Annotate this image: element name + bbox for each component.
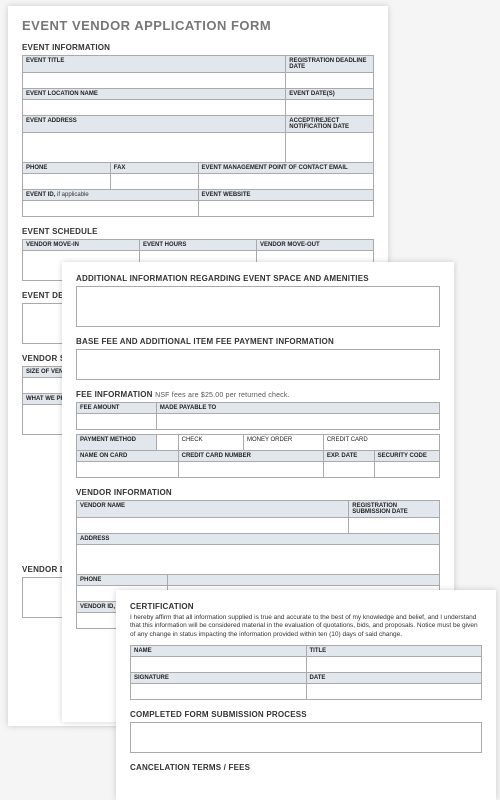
section-cert: CERTIFICATION bbox=[130, 602, 482, 611]
input-address[interactable] bbox=[77, 545, 440, 575]
submission-table bbox=[130, 722, 482, 753]
input-reg-submission[interactable] bbox=[349, 518, 440, 534]
input-submission[interactable] bbox=[131, 723, 482, 753]
label-event-address: EVENT ADDRESS bbox=[23, 116, 286, 133]
blank-hdr bbox=[167, 575, 439, 586]
label-mgmt-email: EVENT MANAGEMENT POINT OF CONTACT EMAIL bbox=[198, 163, 374, 174]
input-event-location[interactable] bbox=[23, 100, 286, 116]
cert-table: NAME TITLE SIGNATURE DATE bbox=[130, 645, 482, 700]
input-event-id[interactable] bbox=[23, 201, 199, 217]
label-event-dates: EVENT DATE(S) bbox=[286, 89, 374, 100]
input-mgmt-email[interactable] bbox=[198, 174, 374, 190]
fee-note: NSF fees are $25.00 per returned check. bbox=[155, 392, 290, 399]
option-money-order[interactable]: MONEY ORDER bbox=[243, 435, 323, 451]
label-event-hours: EVENT HOURS bbox=[140, 240, 257, 251]
label-event-title: EVENT TITLE bbox=[23, 56, 286, 73]
input-base-fee[interactable] bbox=[77, 350, 440, 380]
add-info-table bbox=[76, 286, 440, 327]
page-3: CERTIFICATION I hereby affirm that all i… bbox=[116, 590, 496, 800]
label-accept-reject: ACCEPT/REJECT NOTIFICATION DATE bbox=[286, 116, 374, 133]
label-cert-name: NAME bbox=[131, 646, 307, 657]
input-cert-name[interactable] bbox=[131, 657, 307, 673]
input-event-title[interactable] bbox=[23, 73, 286, 89]
input-exp-date[interactable] bbox=[323, 462, 374, 478]
label-fee-amount: FEE AMOUNT bbox=[77, 403, 157, 414]
form-title: EVENT VENDOR APPLICATION FORM bbox=[22, 18, 374, 33]
label-exp-date: EXP. DATE bbox=[323, 451, 374, 462]
input-cert-title[interactable] bbox=[306, 657, 482, 673]
label-fax: FAX bbox=[110, 163, 198, 174]
label-phone: PHONE bbox=[23, 163, 111, 174]
section-schedule: EVENT SCHEDULE bbox=[22, 227, 374, 236]
label-move-out: VENDOR MOVE-OUT bbox=[257, 240, 374, 251]
section-cancel: CANCELATION TERMS / FEES bbox=[130, 763, 482, 772]
input-cc-number[interactable] bbox=[178, 462, 323, 478]
section-event-info: EVENT INFORMATION bbox=[22, 43, 374, 52]
label-event-website: EVENT WEBSITE bbox=[198, 190, 374, 201]
input-add-info[interactable] bbox=[77, 287, 440, 327]
label-sec-code: SECURITY CODE bbox=[374, 451, 439, 462]
input-accept-reject[interactable] bbox=[286, 133, 374, 163]
label-name-on-card: NAME ON CARD bbox=[77, 451, 179, 462]
option-check[interactable]: CHECK bbox=[178, 435, 243, 451]
input-event-website[interactable] bbox=[198, 201, 374, 217]
input-made-payable[interactable] bbox=[156, 414, 439, 430]
section-vendor-info: VENDOR INFORMATION bbox=[76, 488, 440, 497]
section-submission: COMPLETED FORM SUBMISSION PROCESS bbox=[130, 710, 482, 719]
label-event-id: EVENT ID, if applicable bbox=[23, 190, 199, 201]
input-date[interactable] bbox=[306, 684, 482, 700]
check-box-blank[interactable] bbox=[156, 435, 178, 451]
section-add-info: ADDITIONAL INFORMATION REGARDING EVENT S… bbox=[76, 274, 440, 283]
base-fee-table bbox=[76, 349, 440, 380]
label-cert-title: TITLE bbox=[306, 646, 482, 657]
input-fee-amount[interactable] bbox=[77, 414, 157, 430]
certification-text: I hereby affirm that all information sup… bbox=[130, 614, 482, 639]
label-date: DATE bbox=[306, 673, 482, 684]
label-made-payable: MADE PAYABLE TO bbox=[156, 403, 439, 414]
input-signature[interactable] bbox=[131, 684, 307, 700]
input-event-dates[interactable] bbox=[286, 100, 374, 116]
option-credit-card[interactable]: CREDIT CARD bbox=[323, 435, 439, 451]
input-vendor-name[interactable] bbox=[77, 518, 349, 534]
label-payment-method: PAYMENT METHOD bbox=[77, 435, 157, 451]
label-signature: SIGNATURE bbox=[131, 673, 307, 684]
label-reg-submission: REGISTRATION SUBMISSION DATE bbox=[349, 501, 440, 518]
input-phone[interactable] bbox=[23, 174, 111, 190]
payment-table: PAYMENT METHOD CHECK MONEY ORDER CREDIT … bbox=[76, 434, 440, 478]
input-reg-deadline[interactable] bbox=[286, 73, 374, 89]
section-fee-info: FEE INFORMATION NSF fees are $25.00 per … bbox=[76, 390, 440, 399]
input-fax[interactable] bbox=[110, 174, 198, 190]
input-event-address[interactable] bbox=[23, 133, 286, 163]
label-move-in: VENDOR MOVE-IN bbox=[23, 240, 140, 251]
label-cc-number: CREDIT CARD NUMBER bbox=[178, 451, 323, 462]
label-address: ADDRESS bbox=[77, 534, 440, 545]
fee-table: FEE AMOUNT MADE PAYABLE TO bbox=[76, 402, 440, 430]
label-event-location: EVENT LOCATION NAME bbox=[23, 89, 286, 100]
section-base-fee: BASE FEE AND ADDITIONAL ITEM FEE PAYMENT… bbox=[76, 337, 440, 346]
label-vendor-phone: PHONE bbox=[77, 575, 168, 586]
input-name-on-card[interactable] bbox=[77, 462, 179, 478]
event-info-table: EVENT TITLE REGISTRATION DEADLINE DATE E… bbox=[22, 55, 374, 217]
input-sec-code[interactable] bbox=[374, 462, 439, 478]
label-vendor-name: VENDOR NAME bbox=[77, 501, 349, 518]
label-reg-deadline: REGISTRATION DEADLINE DATE bbox=[286, 56, 374, 73]
